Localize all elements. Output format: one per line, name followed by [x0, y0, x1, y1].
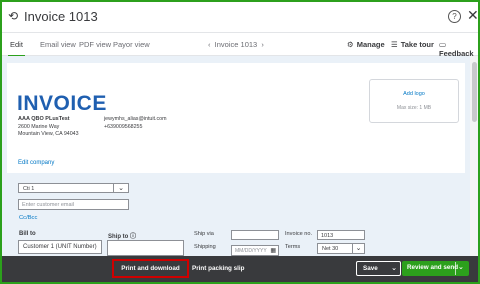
- terms-label: Terms: [285, 244, 301, 250]
- company-name: AAA QBO PLusTest: [18, 116, 70, 122]
- shipping-date-field[interactable]: MM/DD/YYYY ▦: [231, 245, 279, 256]
- invoice-navigator: ‹ Invoice 1013 ›: [208, 40, 264, 49]
- company-email: jewymhs_alias@intuit.com: [104, 116, 167, 122]
- print-and-download-button[interactable]: Print and download: [112, 259, 189, 278]
- bill-to-field[interactable]: Customer 1 (UNIT Number): [18, 240, 102, 254]
- invoice-no-field[interactable]: 1013: [317, 230, 365, 240]
- company-address-line-1: 2600 Marine Way: [18, 124, 60, 130]
- next-invoice-button[interactable]: ›: [261, 40, 264, 49]
- tab-edit[interactable]: Edit: [8, 40, 25, 57]
- shipping-date-label: Shipping: [194, 244, 216, 250]
- close-icon[interactable]: ✕: [467, 7, 479, 24]
- add-logo-link[interactable]: Add logo: [370, 91, 458, 97]
- tab-pdf-view[interactable]: PDF view: [79, 40, 111, 49]
- invoice-header-card: INVOICE AAA QBO PLusTest 2600 Marine Way…: [7, 63, 465, 173]
- clock-history-icon[interactable]: ⟲: [8, 10, 20, 22]
- tab-email-view[interactable]: Email view: [40, 40, 76, 49]
- cc-bcc-link[interactable]: Cc/Bcc: [19, 215, 37, 221]
- title-bar: ⟲ Invoice 1013 ? ✕: [2, 2, 479, 33]
- invoice-workspace: INVOICE AAA QBO PLusTest 2600 Marine Way…: [2, 56, 478, 256]
- customer-select[interactable]: Cti 1 ⌄: [18, 183, 129, 193]
- ship-to-field[interactable]: [107, 240, 184, 256]
- feedback-icon: ▭: [439, 40, 447, 49]
- take-tour-button[interactable]: ☰ Take tour: [391, 40, 434, 49]
- ship-to-label: Ship to ⓘ: [108, 234, 137, 240]
- invoice-no-label: Invoice no.: [285, 231, 313, 237]
- prev-invoice-button[interactable]: ‹: [208, 40, 211, 49]
- edit-company-link[interactable]: Edit company: [18, 160, 54, 166]
- ship-via-field[interactable]: [231, 230, 279, 240]
- chevron-down-icon: ⌄: [352, 244, 364, 253]
- tour-icon: ☰: [391, 40, 398, 49]
- company-address-line-2: Mountain View, CA 94043: [18, 131, 79, 137]
- chevron-down-icon: ⌄: [113, 184, 128, 192]
- button-divider: [455, 262, 456, 275]
- chevron-down-icon[interactable]: ⌄: [458, 263, 464, 271]
- logo-max-size: Max size: 1 MB: [396, 105, 432, 111]
- review-and-send-button[interactable]: Review and send ⌄: [402, 261, 469, 276]
- manage-button[interactable]: ⚙ Manage: [347, 40, 385, 49]
- calendar-icon[interactable]: ▦: [270, 247, 276, 254]
- bottom-action-bar: Print and download Print packing slip Sa…: [2, 256, 478, 282]
- ship-via-label: Ship via: [194, 231, 214, 237]
- add-logo-area[interactable]: Add logo Max size: 1 MB: [369, 79, 459, 123]
- gear-icon: ⚙: [347, 40, 354, 49]
- invoice-nav-label: Invoice 1013: [214, 40, 258, 49]
- view-toolbar: Edit Email view PDF view Payor view ‹ In…: [2, 33, 478, 58]
- scrollbar[interactable]: [470, 56, 478, 256]
- help-icon[interactable]: ?: [448, 10, 461, 23]
- save-button[interactable]: Save ⌄: [356, 261, 401, 276]
- bill-to-label: Bill to: [19, 231, 36, 237]
- company-phone: +639009568255: [104, 124, 143, 130]
- tab-payor-view[interactable]: Payor view: [113, 40, 150, 49]
- chevron-down-icon[interactable]: ⌄: [391, 264, 397, 272]
- scrollbar-thumb[interactable]: [472, 62, 477, 122]
- terms-select[interactable]: Net 30 ⌄: [317, 243, 365, 254]
- print-packing-slip-button[interactable]: Print packing slip: [192, 265, 244, 272]
- invoice-heading: INVOICE: [17, 92, 107, 115]
- customer-email-field[interactable]: Enter customer email: [18, 199, 129, 210]
- page-title: Invoice 1013: [24, 9, 98, 24]
